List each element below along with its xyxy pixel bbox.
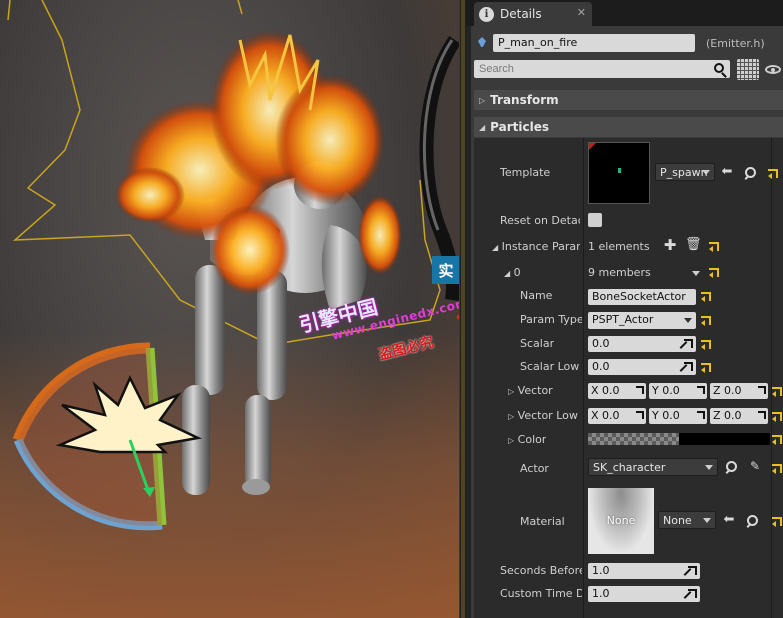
color-label[interactable]: ▷ Color — [508, 433, 546, 446]
browse-magnifier-icon[interactable] — [744, 167, 756, 179]
collapsed-arrow-icon: ▷ — [508, 387, 515, 396]
reset-to-default-icon[interactable] — [772, 435, 782, 445]
browse-magnifier-icon[interactable] — [746, 515, 758, 527]
actor-combo[interactable]: SK_character — [588, 458, 718, 476]
element-0-options-arrow[interactable] — [692, 271, 700, 276]
reset-to-default-icon[interactable] — [709, 242, 719, 252]
reset-on-detach-label: Reset on Detach — [500, 214, 580, 227]
collapsed-arrow-icon: ▷ — [508, 436, 515, 445]
tab-details-label: Details — [500, 7, 542, 21]
vector-low-z-field[interactable]: Z 0.0 — [710, 408, 768, 424]
template-label: Template — [500, 166, 551, 179]
scalar-low-field[interactable]: 0.0 — [588, 359, 696, 375]
reset-to-default-icon[interactable] — [772, 464, 782, 474]
use-selected-arrow-icon[interactable]: ⬅ — [722, 513, 736, 527]
emitter-icon — [478, 37, 486, 47]
material-combo[interactable]: None — [658, 511, 716, 529]
search-row — [471, 58, 783, 82]
custom-time-label: Custom Time D — [500, 587, 582, 600]
reset-to-default-icon[interactable] — [701, 292, 711, 302]
close-tab-icon[interactable]: ✕ — [577, 6, 586, 19]
panel-splitter[interactable] — [459, 0, 466, 618]
reset-to-default-icon[interactable] — [772, 387, 782, 397]
search-icon[interactable] — [714, 63, 724, 73]
expanded-arrow-icon: ◢ — [504, 269, 511, 278]
details-tab-bar: i Details ✕ — [466, 0, 783, 26]
dropdown-arrow-icon — [705, 465, 713, 470]
template-thumbnail[interactable] — [588, 142, 650, 204]
category-particles[interactable]: ◢ Particles — [474, 117, 783, 137]
scalar-label: Scalar — [520, 337, 555, 350]
param-type-combo[interactable]: PSPT_Actor — [588, 312, 696, 329]
reset-to-default-icon[interactable] — [772, 412, 782, 422]
reset-to-default-icon[interactable] — [701, 363, 711, 373]
template-asset-value: P_spawn — [660, 166, 708, 179]
browse-magnifier-icon[interactable] — [725, 461, 737, 473]
watermark-badge-1: 实 — [432, 256, 459, 284]
material-thumbnail[interactable]: None — [588, 488, 654, 554]
param-type-label: Param Type — [520, 313, 582, 326]
instance-params-label[interactable]: ◢ Instance Param — [492, 240, 580, 253]
name-label: Name — [520, 289, 553, 302]
dropdown-arrow-icon — [703, 518, 711, 523]
light-widget — [12, 342, 203, 531]
actor-label: Actor — [520, 462, 549, 475]
category-transform[interactable]: ▷ Transform — [474, 90, 783, 110]
category-transform-label: Transform — [490, 93, 559, 107]
collapsed-arrow-icon: ▷ — [508, 412, 515, 421]
property-matrix-button[interactable] — [737, 59, 759, 80]
instance-params-count: 1 elements — [588, 240, 650, 253]
reset-to-default-icon[interactable] — [772, 517, 782, 527]
vector-z-field[interactable]: Z 0.0 — [710, 383, 768, 399]
object-name-field[interactable]: P_man_on_fire — [493, 34, 695, 52]
source-header-link[interactable]: (Emitter.h) — [706, 37, 765, 50]
eye-icon[interactable] — [765, 65, 781, 74]
scalar-low-label: Scalar Low — [520, 360, 580, 373]
reset-to-default-icon[interactable] — [701, 340, 711, 350]
seconds-before-field[interactable]: 1.0 — [588, 563, 700, 579]
vector-low-y-field[interactable]: Y 0.0 — [649, 408, 707, 424]
param-type-value: PSPT_Actor — [592, 313, 654, 326]
scalar-field[interactable]: 0.0 — [588, 336, 696, 352]
level-viewport[interactable]: 引擎中国 www.enginedx.com 盗图必究 实 物 拍 摄 — [0, 0, 459, 618]
use-selected-arrow-icon[interactable]: ⬅ — [720, 165, 734, 179]
category-particles-label: Particles — [490, 120, 550, 134]
object-name-row: P_man_on_fire (Emitter.h) — [471, 31, 783, 53]
vector-low-x-field[interactable]: X 0.0 — [588, 408, 646, 424]
element-0-label[interactable]: ◢ 0 — [504, 266, 521, 279]
reset-to-default-icon[interactable] — [709, 268, 719, 278]
viewport-scene — [7, 0, 459, 531]
collapsed-arrow-icon: ▷ — [479, 95, 486, 105]
tab-details[interactable]: i Details ✕ — [474, 2, 592, 26]
color-swatch[interactable] — [588, 433, 770, 445]
name-field[interactable]: BoneSocketActor — [588, 289, 696, 305]
vector-y-field[interactable]: Y 0.0 — [649, 383, 707, 399]
details-content: P_man_on_fire (Emitter.h) ▷ Transform ◢ … — [471, 26, 783, 618]
dropdown-arrow-icon — [702, 170, 710, 175]
reset-to-default-icon[interactable] — [768, 169, 778, 179]
info-icon: i — [479, 6, 494, 22]
vector-label[interactable]: ▷ Vector — [508, 384, 553, 397]
reset-on-detach-checkbox[interactable] — [588, 213, 602, 227]
custom-time-field[interactable]: 1.0 — [588, 586, 700, 602]
expanded-arrow-icon: ◢ — [479, 122, 486, 132]
vector-x-field[interactable]: X 0.0 — [588, 383, 646, 399]
material-thumbnail-text: None — [606, 514, 636, 527]
dropdown-arrow-icon — [684, 318, 692, 323]
vector-low-label[interactable]: ▷ Vector Low — [508, 409, 578, 422]
reset-to-default-icon[interactable] — [701, 316, 711, 326]
expanded-arrow-icon: ◢ — [492, 243, 499, 252]
trash-icon[interactable]: 🗑 — [685, 238, 702, 252]
element-0-members: 9 members — [588, 266, 651, 279]
actor-value: SK_character — [593, 461, 666, 474]
search-input[interactable] — [474, 60, 730, 78]
particles-properties: Template P_spawn ⬅ Reset on Detach ◢ Ins… — [474, 138, 783, 618]
add-element-icon[interactable]: ✚ — [663, 238, 677, 253]
eyedropper-icon[interactable]: ✎ — [748, 459, 762, 473]
template-asset-combo[interactable]: P_spawn — [655, 163, 715, 181]
material-value: None — [663, 514, 692, 527]
seconds-before-label: Seconds Before — [500, 564, 582, 577]
material-label: Material — [520, 515, 565, 528]
details-panel: i Details ✕ P_man_on_fire (Emitter.h) ▷ … — [466, 0, 783, 618]
